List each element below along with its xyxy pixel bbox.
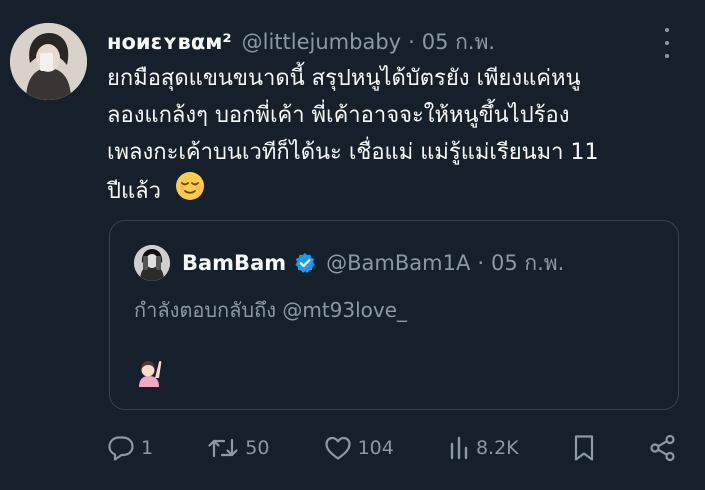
share-icon	[649, 434, 677, 462]
tweet-text: ยกมือสุดแขนขนาดนี้ สรุปหนูได้บัตรยัง เพี…	[107, 60, 682, 213]
quoted-tweet[interactable]: BamBam @BamBam1A · 05 ก.พ. กำลังตอบกลับถ…	[109, 220, 679, 410]
retweet-count: 50	[245, 437, 270, 459]
quoted-date[interactable]: 05 ก.พ.	[491, 247, 564, 280]
tweet-header: нoиɛʏвαм² @littlejumbaby · 05 ก.พ.	[107, 25, 645, 59]
tweet-text-line: ลองแกล้งๆ บอกพี่เค้า พี่เค้าอาจจะให้หนูข…	[107, 103, 570, 128]
action-bar: 1 50 104 8.2K	[107, 430, 677, 466]
replying-to-text[interactable]: กำลังตอบกลับถึง @mt93love_	[134, 294, 407, 326]
more-options-icon[interactable]	[657, 28, 677, 58]
quoted-handle[interactable]: @BamBam1A	[326, 251, 470, 275]
verified-badge-icon	[294, 252, 316, 274]
bookmark-icon	[573, 434, 595, 462]
bar-chart-icon	[448, 436, 470, 460]
username-handle[interactable]: @littlejumbaby	[242, 30, 401, 54]
separator-dot: ·	[477, 251, 485, 275]
reply-icon	[107, 435, 135, 461]
display-name[interactable]: нoиɛʏвαм²	[107, 30, 232, 54]
quoted-header: BamBam @BamBam1A · 05 ก.พ.	[182, 245, 564, 281]
like-count: 104	[357, 437, 394, 459]
views-button[interactable]: 8.2K	[448, 436, 519, 460]
share-button[interactable]	[649, 434, 677, 462]
tweet-text-line: ยกมือสุดแขนขนาดนี้ สรุปหนูได้บัตรยัง เพี…	[107, 66, 581, 91]
tweet-text-line: เพลงกะเค้าบนเวทีก็ได้นะ เชื่อแม่ แม่รู้แ…	[107, 140, 599, 165]
reply-count: 1	[141, 437, 154, 459]
reply-button[interactable]: 1	[107, 435, 153, 461]
tweet-date[interactable]: 05 ก.พ.	[422, 26, 495, 59]
heart-icon	[324, 435, 352, 461]
avatar[interactable]	[10, 23, 87, 100]
tweet: нoиɛʏвαм² @littlejumbaby · 05 ก.พ. ยกมือ…	[0, 0, 705, 490]
quoted-display-name[interactable]: BamBam	[182, 251, 286, 275]
retweet-icon	[207, 436, 239, 460]
retweet-button[interactable]: 50	[207, 436, 269, 460]
separator-dot: ·	[408, 30, 415, 54]
bookmark-button[interactable]	[573, 434, 595, 462]
view-count: 8.2K	[475, 437, 519, 459]
tweet-text-line: ปีแล้ว	[107, 179, 161, 204]
quoted-avatar[interactable]	[134, 245, 170, 281]
relieved-face-emoji	[175, 171, 205, 213]
person-raising-hand-emoji	[134, 357, 164, 391]
tweet-text-last-line: ปีแล้ว	[107, 171, 682, 213]
like-button[interactable]: 104	[324, 435, 394, 461]
